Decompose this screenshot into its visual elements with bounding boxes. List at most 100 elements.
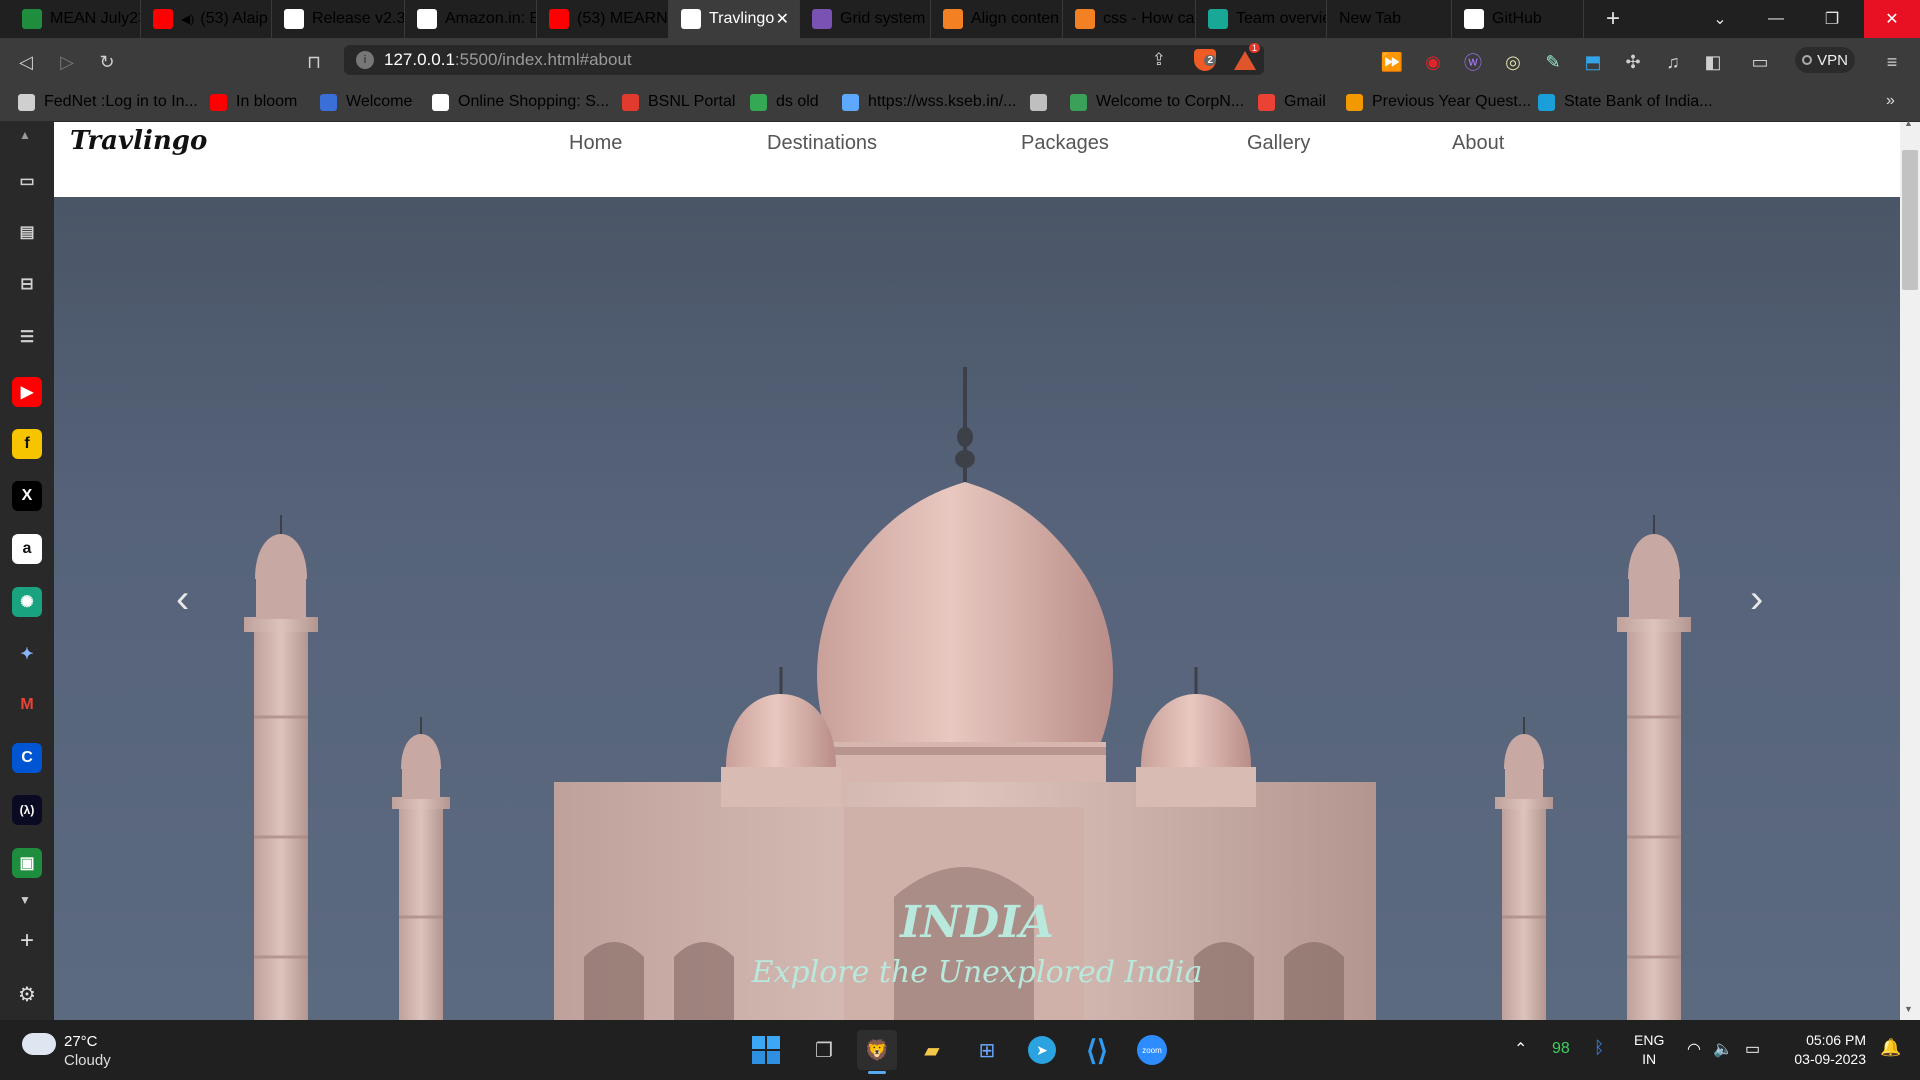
- extension-owl-icon[interactable]: ◎: [1501, 50, 1525, 74]
- extension-screenshot-icon[interactable]: ⬒: [1581, 50, 1605, 74]
- bookmark-item[interactable]: [1030, 82, 1056, 122]
- scrollbar-thumb[interactable]: [1902, 150, 1918, 290]
- bookmark-item[interactable]: FedNet :Log in to In...: [18, 82, 198, 122]
- volume-icon[interactable]: 🔈: [1713, 1039, 1733, 1059]
- video-icon[interactable]: ▭: [12, 166, 42, 196]
- scroll-up-arrow-icon[interactable]: ▲: [1904, 118, 1913, 128]
- scroll-up-icon[interactable]: ▲: [19, 128, 31, 142]
- language-indicator[interactable]: ENG IN: [1634, 1031, 1664, 1069]
- brave-shields-icon[interactable]: 2: [1194, 49, 1216, 71]
- flipkart-icon[interactable]: f: [12, 429, 42, 459]
- wallet-icon[interactable]: ▭: [1748, 50, 1772, 74]
- coursera-icon[interactable]: C: [12, 743, 42, 773]
- zoom-icon[interactable]: zoom: [1132, 1030, 1172, 1070]
- tab-4[interactable]: (53) MEARN: [537, 0, 669, 38]
- tab-10[interactable]: New Tab: [1327, 0, 1452, 38]
- battery-level[interactable]: 98: [1552, 1040, 1570, 1058]
- youtube-icon[interactable]: ▶: [12, 377, 42, 407]
- close-tab-icon[interactable]: ✕: [776, 9, 789, 29]
- bookmark-item[interactable]: ds old: [750, 82, 819, 122]
- more-bookmarks-icon[interactable]: »: [1886, 92, 1895, 110]
- chevron-down-icon[interactable]: ▼: [19, 893, 31, 907]
- notifications-icon[interactable]: 🔔: [1880, 1038, 1901, 1058]
- tab-6[interactable]: Grid system: [800, 0, 931, 38]
- gemini-icon[interactable]: ✦: [12, 639, 42, 669]
- carousel-next-icon[interactable]: ›: [1750, 577, 1763, 622]
- bluetooth-icon[interactable]: ᛒ: [1594, 1038, 1604, 1058]
- tab-2[interactable]: Release v2.3.: [272, 0, 405, 38]
- bookmark-item[interactable]: Gmail: [1258, 82, 1326, 122]
- menu-icon[interactable]: ≡: [1880, 50, 1904, 74]
- extension-record-icon[interactable]: ◉: [1421, 50, 1445, 74]
- brave-rewards-icon[interactable]: [1234, 50, 1256, 70]
- start-windows-icon[interactable]: [746, 1030, 786, 1070]
- nav-destinations[interactable]: Destinations: [767, 132, 877, 155]
- bookmark-item[interactable]: In bloom: [210, 82, 297, 122]
- sidebar-toggle-icon[interactable]: ◧: [1701, 50, 1725, 74]
- system-clock[interactable]: 05:06 PM 03-09-2023: [1780, 1031, 1866, 1069]
- show-hidden-icons-icon[interactable]: ⌃: [1514, 1039, 1527, 1059]
- classroom-icon[interactable]: ▣: [12, 848, 42, 878]
- tab-5[interactable]: Travlingo ✕: [669, 0, 800, 38]
- weather-widget[interactable]: 27°C Cloudy: [64, 1032, 111, 1070]
- wifi-icon[interactable]: ◠: [1687, 1039, 1701, 1059]
- restore-button[interactable]: ❐: [1804, 0, 1860, 38]
- carousel-prev-icon[interactable]: ‹: [176, 577, 189, 622]
- tab-0[interactable]: MEAN July23: [10, 0, 141, 38]
- reading-list-icon[interactable]: ☰: [12, 322, 42, 352]
- tab-7[interactable]: Align conten: [931, 0, 1063, 38]
- site-info-icon[interactable]: i: [356, 51, 374, 69]
- tab-11[interactable]: GitHub: [1452, 0, 1584, 38]
- close-window-button[interactable]: ✕: [1864, 0, 1920, 38]
- tab-8[interactable]: css - How ca: [1063, 0, 1196, 38]
- media-controls-icon[interactable]: ♫: [1661, 50, 1685, 74]
- vscode-icon[interactable]: ⟨⟩: [1077, 1030, 1117, 1070]
- bookmark-item[interactable]: Online Shopping: S...: [432, 82, 609, 122]
- extension-youtube-icon[interactable]: ⏩: [1380, 50, 1404, 74]
- reload-icon[interactable]: ↻: [95, 50, 119, 74]
- amazon-icon[interactable]: a: [12, 534, 42, 564]
- add-panel-icon[interactable]: +: [12, 926, 42, 956]
- extension-w-icon[interactable]: ⓦ: [1461, 50, 1485, 74]
- extensions-puzzle-icon[interactable]: ✣: [1621, 50, 1645, 74]
- task-view-icon[interactable]: ❐: [804, 1030, 844, 1070]
- gmail-icon[interactable]: M: [12, 690, 42, 720]
- file-explorer-icon[interactable]: ▰: [912, 1030, 952, 1070]
- bookmark-item[interactable]: BSNL Portal: [622, 82, 735, 122]
- page-scrollbar[interactable]: ▲ ▼: [1900, 118, 1920, 1020]
- brave-taskbar-icon[interactable]: 🦁: [857, 1030, 897, 1070]
- back-icon[interactable]: ◁: [14, 50, 38, 74]
- bookmark-item[interactable]: https://wss.kseb.in/...: [842, 82, 1017, 122]
- nav-home[interactable]: Home: [569, 132, 622, 155]
- brand-logo[interactable]: Travlingo: [70, 126, 207, 156]
- tab-1[interactable]: ◀) (53) Alaip: [141, 0, 272, 38]
- bookmarks-icon[interactable]: ⊟: [12, 269, 42, 299]
- bookmark-item[interactable]: Welcome: [320, 82, 412, 122]
- tab-9[interactable]: Team overvie: [1196, 0, 1327, 38]
- audio-playing-icon[interactable]: ◀): [181, 12, 194, 26]
- nav-packages[interactable]: Packages: [1021, 132, 1109, 155]
- bookmark-page-icon[interactable]: ⊓: [302, 50, 326, 74]
- x-icon[interactable]: X: [12, 481, 42, 511]
- bookmark-item[interactable]: State Bank of India...: [1538, 82, 1713, 122]
- bookmark-item[interactable]: Welcome to CorpN...: [1070, 82, 1244, 122]
- share-icon[interactable]: ⇪: [1152, 50, 1166, 70]
- extension-tool-icon[interactable]: ✎: [1541, 50, 1565, 74]
- vpn-button[interactable]: VPN: [1795, 47, 1855, 73]
- address-bar[interactable]: i 127.0.0.1:5500/index.html#about ⇪ 2 1: [344, 43, 1264, 75]
- scroll-down-arrow-icon[interactable]: ▼: [1904, 1004, 1913, 1014]
- microsoft-store-icon[interactable]: ⊞: [967, 1030, 1007, 1070]
- telegram-icon[interactable]: ➤: [1022, 1030, 1062, 1070]
- settings-gear-icon[interactable]: ⚙: [12, 979, 42, 1009]
- battery-icon[interactable]: ▭: [1745, 1039, 1760, 1059]
- tab-search-chevron-icon[interactable]: ⌄: [1692, 0, 1748, 38]
- tab-3[interactable]: Amazon.in: B: [405, 0, 537, 38]
- freecodecamp-icon[interactable]: (λ): [12, 795, 42, 825]
- nav-about[interactable]: About: [1452, 132, 1504, 155]
- bookmark-item[interactable]: Previous Year Quest...: [1346, 82, 1531, 122]
- chatgpt-icon[interactable]: ✺: [12, 587, 42, 617]
- minimize-button[interactable]: —: [1748, 0, 1804, 38]
- forward-icon[interactable]: ▷: [55, 50, 79, 74]
- new-tab-button[interactable]: +: [1585, 0, 1641, 38]
- nav-gallery[interactable]: Gallery: [1247, 132, 1310, 155]
